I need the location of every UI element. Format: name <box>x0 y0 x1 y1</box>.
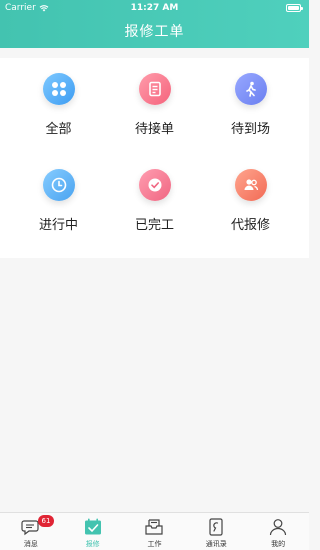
grid-item-report-for-others[interactable]: 代报修 <box>199 154 302 250</box>
tab-label: 消息 <box>23 540 38 548</box>
walking-person-icon <box>234 73 267 105</box>
tab-label: 通讯录 <box>205 540 227 548</box>
grid-item-label: 进行中 <box>38 218 78 233</box>
header: Carrier 11:27 AM 报修工单 <box>0 0 309 48</box>
tab-repair[interactable]: 报修 <box>62 513 124 550</box>
tab-label: 工作 <box>147 540 162 548</box>
user-icon <box>269 519 287 536</box>
tab-messages[interactable]: 61 消息 <box>0 513 62 550</box>
tab-mine[interactable]: 我的 <box>247 513 309 550</box>
screen: Carrier 11:27 AM 报修工单 全部 待接单 待到场 进行中 已完工… <box>0 0 309 550</box>
check-circle-icon <box>138 169 171 201</box>
document-list-icon <box>138 73 171 105</box>
tab-contacts[interactable]: 通讯录 <box>185 513 247 550</box>
status-bar: Carrier 11:27 AM <box>0 0 309 16</box>
unread-badge: 61 <box>38 515 54 527</box>
calendar-check-icon <box>84 518 101 535</box>
grid-item-label: 待到场 <box>230 122 270 137</box>
grid-item-label: 待接单 <box>134 122 174 137</box>
grid-item-in-progress[interactable]: 进行中 <box>7 154 110 250</box>
battery-icon <box>286 4 303 12</box>
grid-item-pending-accept[interactable]: 待接单 <box>103 58 206 154</box>
people-icon <box>234 169 267 201</box>
grid-item-label: 全部 <box>45 122 72 137</box>
order-category-grid: 全部 待接单 待到场 进行中 已完工 代报修 <box>0 58 309 258</box>
grid-item-pending-arrival[interactable]: 待到场 <box>199 58 302 154</box>
tab-bar: 61 消息 报修 工作 通讯录 我的 <box>0 512 309 550</box>
contacts-icon <box>209 518 223 536</box>
tab-work[interactable]: 工作 <box>124 513 186 550</box>
grid-item-label: 代报修 <box>230 218 270 233</box>
tab-label: 我的 <box>271 540 286 548</box>
clock-icon <box>42 169 75 201</box>
inbox-icon <box>145 519 164 535</box>
status-time: 11:27 AM <box>130 3 179 13</box>
grid-item-completed[interactable]: 已完工 <box>103 154 206 250</box>
grid-item-all[interactable]: 全部 <box>7 58 110 154</box>
grid-clover-icon <box>42 73 75 105</box>
page-title: 报修工单 <box>124 24 185 40</box>
grid-item-label: 已完工 <box>134 218 174 233</box>
tab-label: 报修 <box>85 540 100 548</box>
